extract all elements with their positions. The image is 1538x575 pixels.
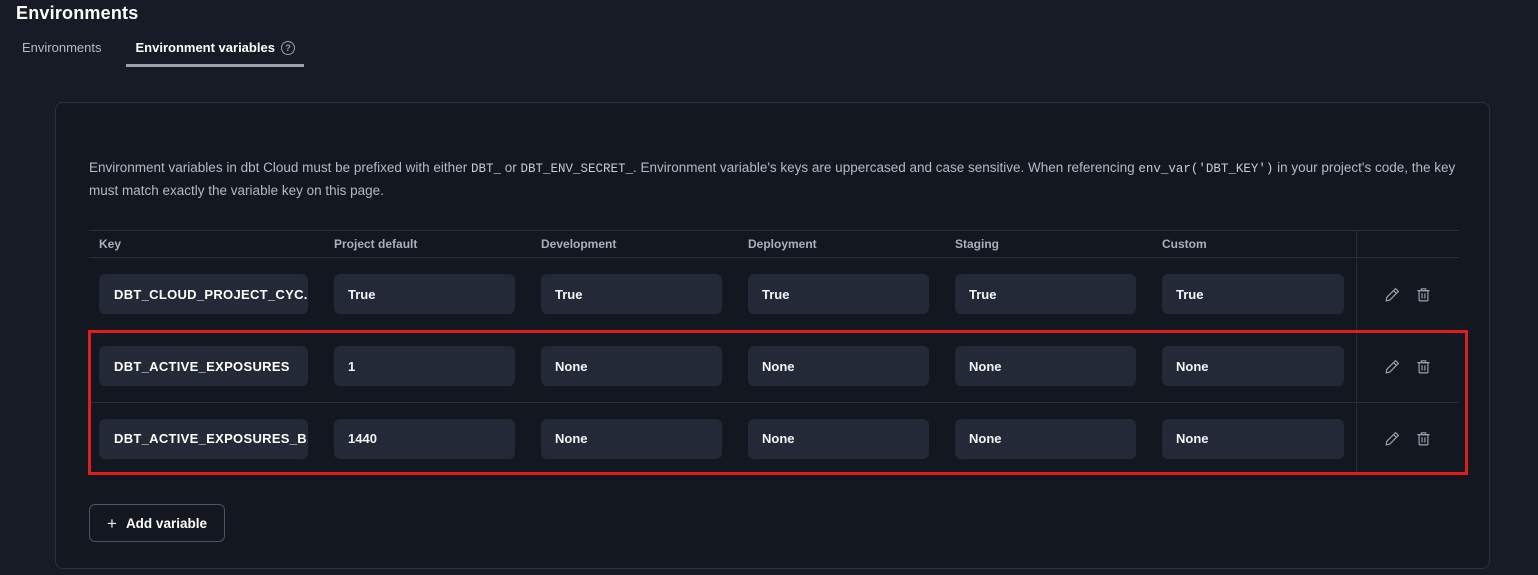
edit-icon[interactable] xyxy=(1384,357,1402,375)
column-header-custom: Custom xyxy=(1162,237,1356,251)
env-var-value-staging: True xyxy=(955,274,1136,314)
environment-variables-table: Key Project default Development Deployme… xyxy=(89,230,1459,475)
env-var-value-deployment: None xyxy=(748,346,929,386)
delete-icon[interactable] xyxy=(1415,285,1433,303)
tab-environments[interactable]: Environments xyxy=(13,40,110,67)
description-part: Environment variables in dbt Cloud must … xyxy=(89,160,471,175)
table-row: DBT_ACTIVE_EXPOSURES 1 None None None No… xyxy=(89,330,1459,402)
help-icon[interactable]: ? xyxy=(281,41,295,55)
column-header-key: Key xyxy=(99,237,334,251)
column-header-development: Development xyxy=(541,237,748,251)
tab-environment-variables-label: Environment variables xyxy=(135,40,274,55)
tab-environments-label: Environments xyxy=(22,40,101,55)
inline-code-dbt-prefix: DBT_ xyxy=(471,162,501,176)
env-var-value-custom: True xyxy=(1162,274,1344,314)
delete-icon[interactable] xyxy=(1415,357,1433,375)
env-var-value-project-default: True xyxy=(334,274,515,314)
environment-variables-card: Environment variables in dbt Cloud must … xyxy=(55,102,1490,569)
inline-code-dbt-env-secret-prefix: DBT_ENV_SECRET_ xyxy=(520,162,633,176)
env-var-value-development: True xyxy=(541,274,722,314)
description-part: or xyxy=(501,160,521,175)
page-title: Environments xyxy=(16,3,1522,24)
plus-icon: + xyxy=(107,515,117,532)
add-variable-label: Add variable xyxy=(126,516,207,531)
edit-icon[interactable] xyxy=(1384,430,1402,448)
env-var-value-development: None xyxy=(541,346,722,386)
env-var-value-custom: None xyxy=(1162,419,1344,459)
env-var-value-staging: None xyxy=(955,346,1136,386)
delete-icon[interactable] xyxy=(1415,430,1433,448)
env-var-key: DBT_CLOUD_PROJECT_CYC... xyxy=(99,274,308,314)
env-var-value-project-default: 1 xyxy=(334,346,515,386)
env-var-value-development: None xyxy=(541,419,722,459)
env-var-value-deployment: None xyxy=(748,419,929,459)
env-var-value-custom: None xyxy=(1162,346,1344,386)
column-header-project-default: Project default xyxy=(334,237,541,251)
add-variable-button[interactable]: + Add variable xyxy=(89,504,225,542)
tab-environment-variables[interactable]: Environment variables ? xyxy=(126,40,303,67)
table-row: DBT_CLOUD_PROJECT_CYC... True True True … xyxy=(89,258,1459,330)
highlighted-rows-group: DBT_ACTIVE_EXPOSURES 1 None None None No… xyxy=(89,330,1459,474)
description-part: . Environment variable's keys are upperc… xyxy=(633,160,1138,175)
inline-code-env-var: env_var('DBT_KEY') xyxy=(1138,162,1273,176)
env-var-value-project-default: 1440 xyxy=(334,419,515,459)
table-row: DBT_ACTIVE_EXPOSURES_B... 1440 None None… xyxy=(89,402,1459,474)
env-var-value-deployment: True xyxy=(748,274,929,314)
env-var-key: DBT_ACTIVE_EXPOSURES xyxy=(99,346,308,386)
column-header-staging: Staging xyxy=(955,237,1162,251)
env-var-value-staging: None xyxy=(955,419,1136,459)
page-header: Environments xyxy=(0,0,1538,24)
tab-bar: Environments Environment variables ? xyxy=(0,40,1538,67)
edit-icon[interactable] xyxy=(1384,285,1402,303)
column-header-actions xyxy=(1356,231,1459,257)
env-var-key: DBT_ACTIVE_EXPOSURES_B... xyxy=(99,419,308,459)
table-header-row: Key Project default Development Deployme… xyxy=(89,230,1459,258)
description-text: Environment variables in dbt Cloud must … xyxy=(89,157,1457,201)
column-header-deployment: Deployment xyxy=(748,237,955,251)
